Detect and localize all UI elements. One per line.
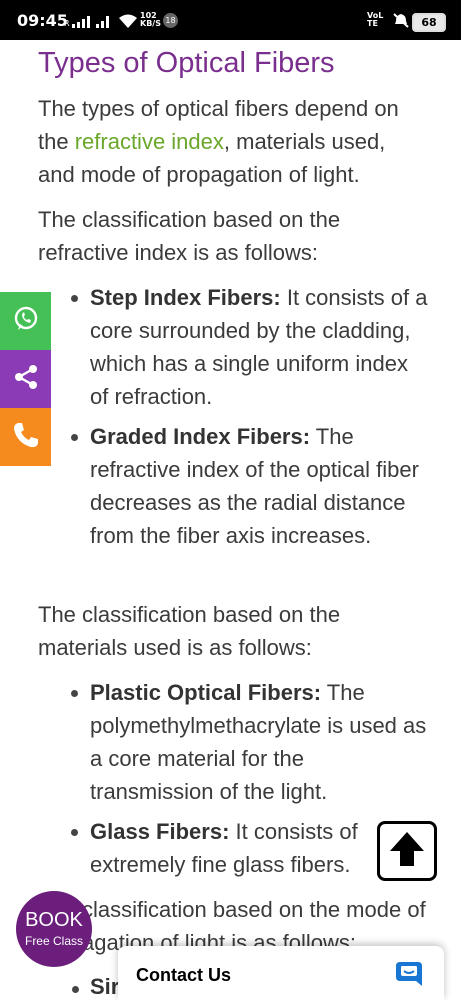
list-item: Glass Fibers: It consists of extremely f… [71,815,375,881]
contact-us-label: Contact Us [136,965,232,985]
refractive-index-link[interactable]: refractive index [75,129,224,154]
list-item: Graded Index Fibers: The refractive inde… [71,420,430,552]
list-item-term: Graded Index Fibers: [90,424,311,449]
phone-icon [11,420,41,455]
refractive-intro: The classification based on the refracti… [38,207,341,265]
list-item: Plastic Optical Fibers: The polymethylme… [71,676,430,808]
share-icon [12,363,40,396]
phone-button[interactable] [0,408,51,466]
volte-indicator: VoLTE [367,11,384,28]
battery-icon: 68 [412,13,446,32]
intro-paragraph: The types of optical fibers depend on th… [38,92,428,191]
bullet-dot [72,986,79,993]
notification-badge: 18 [163,13,178,28]
share-button[interactable] [0,350,51,408]
whatsapp-icon [12,305,40,338]
svg-text:R: R [64,19,70,28]
mute-icon [392,12,410,32]
page-title: Types of Optical Fibers [38,47,335,79]
bullet-dot [71,295,78,302]
network-speed-unit: KB/S [140,19,161,28]
contact-us-bar[interactable]: Contact Us [118,946,444,1000]
chat-icon[interactable] [394,960,424,993]
scroll-top-button[interactable] [377,821,437,881]
list-item-term: Plastic Optical Fibers: [90,680,322,705]
arrow-up-icon [387,829,427,874]
share-bar [0,292,51,466]
list-item-term: Glass Fibers: [90,819,230,844]
book-free-class-button[interactable]: BOOK Free Class [16,891,92,967]
wifi-icon [118,13,138,33]
bullet-dot [71,434,78,441]
book-title: BOOK [25,909,83,931]
bullet-dot [71,690,78,697]
list-item: Step Index Fibers: It consists of a core… [71,281,430,413]
materials-intro: The classification based on the material… [38,602,341,660]
bullet-dot [71,829,78,836]
list-item-term: Step Index Fibers: [90,285,281,310]
network-speed: 102 KB/S [140,12,161,28]
book-subtitle: Free Class [24,934,83,948]
signal-icon: R [64,14,112,33]
whatsapp-button[interactable] [0,292,51,350]
list-item-term-partial: Sir [90,974,120,999]
status-time: 09:45 [17,11,68,30]
status-bar: 09:45 R 102 KB/S 18 VoLTE 68 [0,0,461,40]
